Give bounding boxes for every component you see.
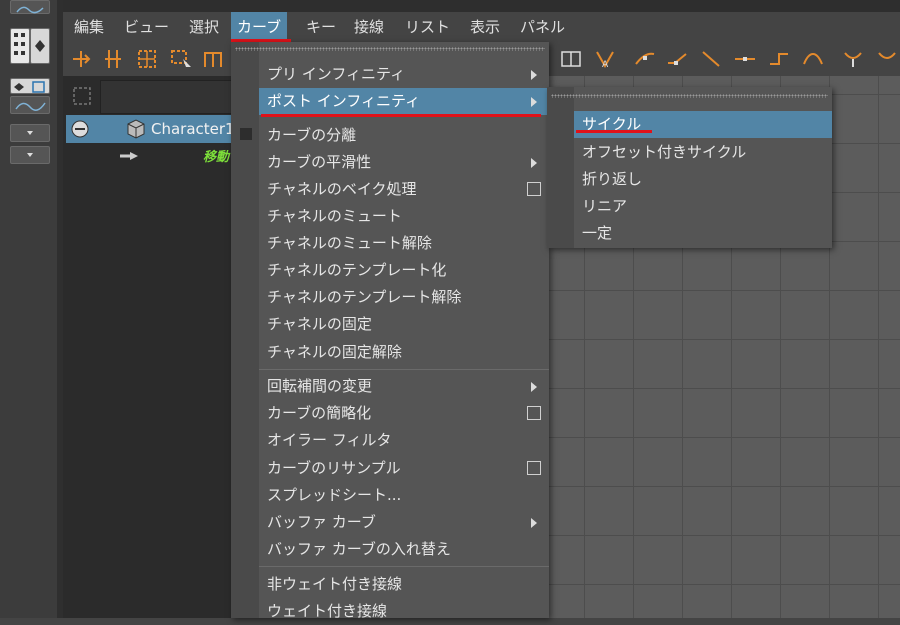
submenu-tearoff[interactable] <box>551 94 828 98</box>
outliner-frame-icon[interactable] <box>72 86 92 106</box>
layout-grid-icon[interactable] <box>10 28 30 64</box>
lattice-icon[interactable] <box>135 47 159 71</box>
svg-text:A: A <box>602 60 609 70</box>
insert-key-icon[interactable] <box>101 47 125 71</box>
character-icon <box>124 116 148 140</box>
menu-item-curve-smoothness[interactable]: カーブの平滑性 <box>259 149 549 176</box>
menu-item-post-infinity[interactable]: ポスト インフィニティ <box>259 88 549 115</box>
submenu-item-constant[interactable]: 一定 <box>574 220 832 247</box>
outliner-filter-field[interactable] <box>100 80 243 114</box>
collapse-icon[interactable] <box>70 119 90 139</box>
graph-icon[interactable] <box>10 0 50 14</box>
auto-tangent-icon[interactable]: A <box>593 47 617 71</box>
diamond-toggle-icon[interactable] <box>30 28 50 64</box>
outliner-move-label: 移動 <box>203 150 230 165</box>
menu-item-template-channel[interactable]: チャネルのテンプレート化 <box>259 257 549 284</box>
menubar: 編集 ビュー 選択 カーブ キー 接線 リスト 表示 パネル <box>63 12 900 42</box>
dropdown-2-icon[interactable] <box>10 146 50 164</box>
move-key-icon[interactable] <box>69 47 93 71</box>
outliner-character-label: Character1 <box>151 120 235 138</box>
submenu-arrow-icon <box>531 70 537 80</box>
menu-item-bake-channel[interactable]: チャネルのベイク処理 <box>259 176 549 203</box>
step-tangent-icon[interactable] <box>767 47 791 71</box>
submenu-item-linear[interactable]: リニア <box>574 193 832 220</box>
submenu-arrow-icon <box>531 518 537 528</box>
menu-edit[interactable]: 編集 <box>68 12 110 42</box>
frame-icon[interactable] <box>559 47 583 71</box>
menu-view[interactable]: ビュー <box>118 12 175 42</box>
dropdown-1-icon[interactable] <box>10 124 50 142</box>
menu-item-simplify-curve[interactable]: カーブの簡略化 <box>259 400 549 427</box>
menu-panels[interactable]: パネル <box>514 12 571 42</box>
menu-item-euler-filter[interactable]: オイラー フィルタ <box>259 427 549 454</box>
break-tangent-icon[interactable] <box>841 47 865 71</box>
unify-tangent-icon[interactable] <box>875 47 899 71</box>
linear-tangent-icon[interactable] <box>699 47 723 71</box>
menu-item-buffer-curve[interactable]: バッファ カーブ <box>259 509 549 536</box>
menu-item-lock-channel[interactable]: チャネルの固定 <box>259 311 549 338</box>
top-strip <box>63 0 900 12</box>
menu-item-non-weighted-tangents[interactable]: 非ウェイト付き接線 <box>259 571 549 598</box>
menu-item-resample-curve[interactable]: カーブのリサンプル <box>259 455 549 482</box>
menu-item-weighted-tangents[interactable]: ウェイト付き接線 <box>259 598 549 625</box>
menu-divider <box>259 566 549 567</box>
menu-list[interactable]: リスト <box>399 12 456 42</box>
menu-item-break-curves[interactable]: カーブの分離 <box>259 122 549 149</box>
view-mode-icon[interactable] <box>10 78 50 94</box>
menu-divider <box>259 369 549 370</box>
menu-item-spreadsheet[interactable]: スプレッドシート... <box>259 482 549 509</box>
menu-marker-icon <box>240 128 252 140</box>
menu-item-swap-buffer-curve[interactable]: バッファ カーブの入れ替え <box>259 536 549 563</box>
plateau-tangent-icon[interactable] <box>801 47 825 71</box>
submenu-arrow-icon <box>531 158 537 168</box>
option-box-icon[interactable] <box>527 406 541 420</box>
menu-tangents[interactable]: 接線 <box>348 12 390 42</box>
submenu-item-cycle[interactable]: サイクル <box>574 111 832 138</box>
curve-graph-icon[interactable] <box>10 96 50 114</box>
menu-item-pre-infinity[interactable]: プリ インフィニティ <box>259 61 549 88</box>
submenu-arrow-icon <box>531 382 537 392</box>
region-select-icon[interactable] <box>169 47 193 71</box>
menu-item-untemplate-channel[interactable]: チャネルのテンプレート解除 <box>259 284 549 311</box>
curves-menu-tearoff[interactable] <box>235 47 545 51</box>
retime-icon[interactable] <box>201 47 225 71</box>
submenu-gutter <box>547 87 574 248</box>
option-box-icon[interactable] <box>527 182 541 196</box>
menu-show[interactable]: 表示 <box>464 12 506 42</box>
menu-select[interactable]: 選択 <box>183 12 225 42</box>
submenu-item-cycle-with-offset[interactable]: オフセット付きサイクル <box>574 139 832 166</box>
submenu-annotation-underline <box>576 130 652 133</box>
spline-tangent-icon[interactable] <box>633 47 657 71</box>
translate-icon <box>118 148 140 162</box>
left-toolbar <box>0 0 58 618</box>
menu-item-mute-channel[interactable]: チャネルのミュート <box>259 203 549 230</box>
submenu-item-oscillate[interactable]: 折り返し <box>574 166 832 193</box>
menu-item-unlock-channel[interactable]: チャネルの固定解除 <box>259 339 549 366</box>
menu-keys[interactable]: キー <box>300 12 342 42</box>
option-box-icon[interactable] <box>527 461 541 475</box>
submenu-arrow-icon <box>531 97 537 107</box>
clamped-tangent-icon[interactable] <box>665 47 689 71</box>
flat-tangent-icon[interactable] <box>733 47 757 71</box>
menu-item-change-rotation-interp[interactable]: 回転補間の変更 <box>259 373 549 400</box>
menu-annotation-underline <box>261 114 541 117</box>
menu-curves[interactable]: カーブ <box>231 12 288 42</box>
menu-item-unmute-channel[interactable]: チャネルのミュート解除 <box>259 230 549 257</box>
